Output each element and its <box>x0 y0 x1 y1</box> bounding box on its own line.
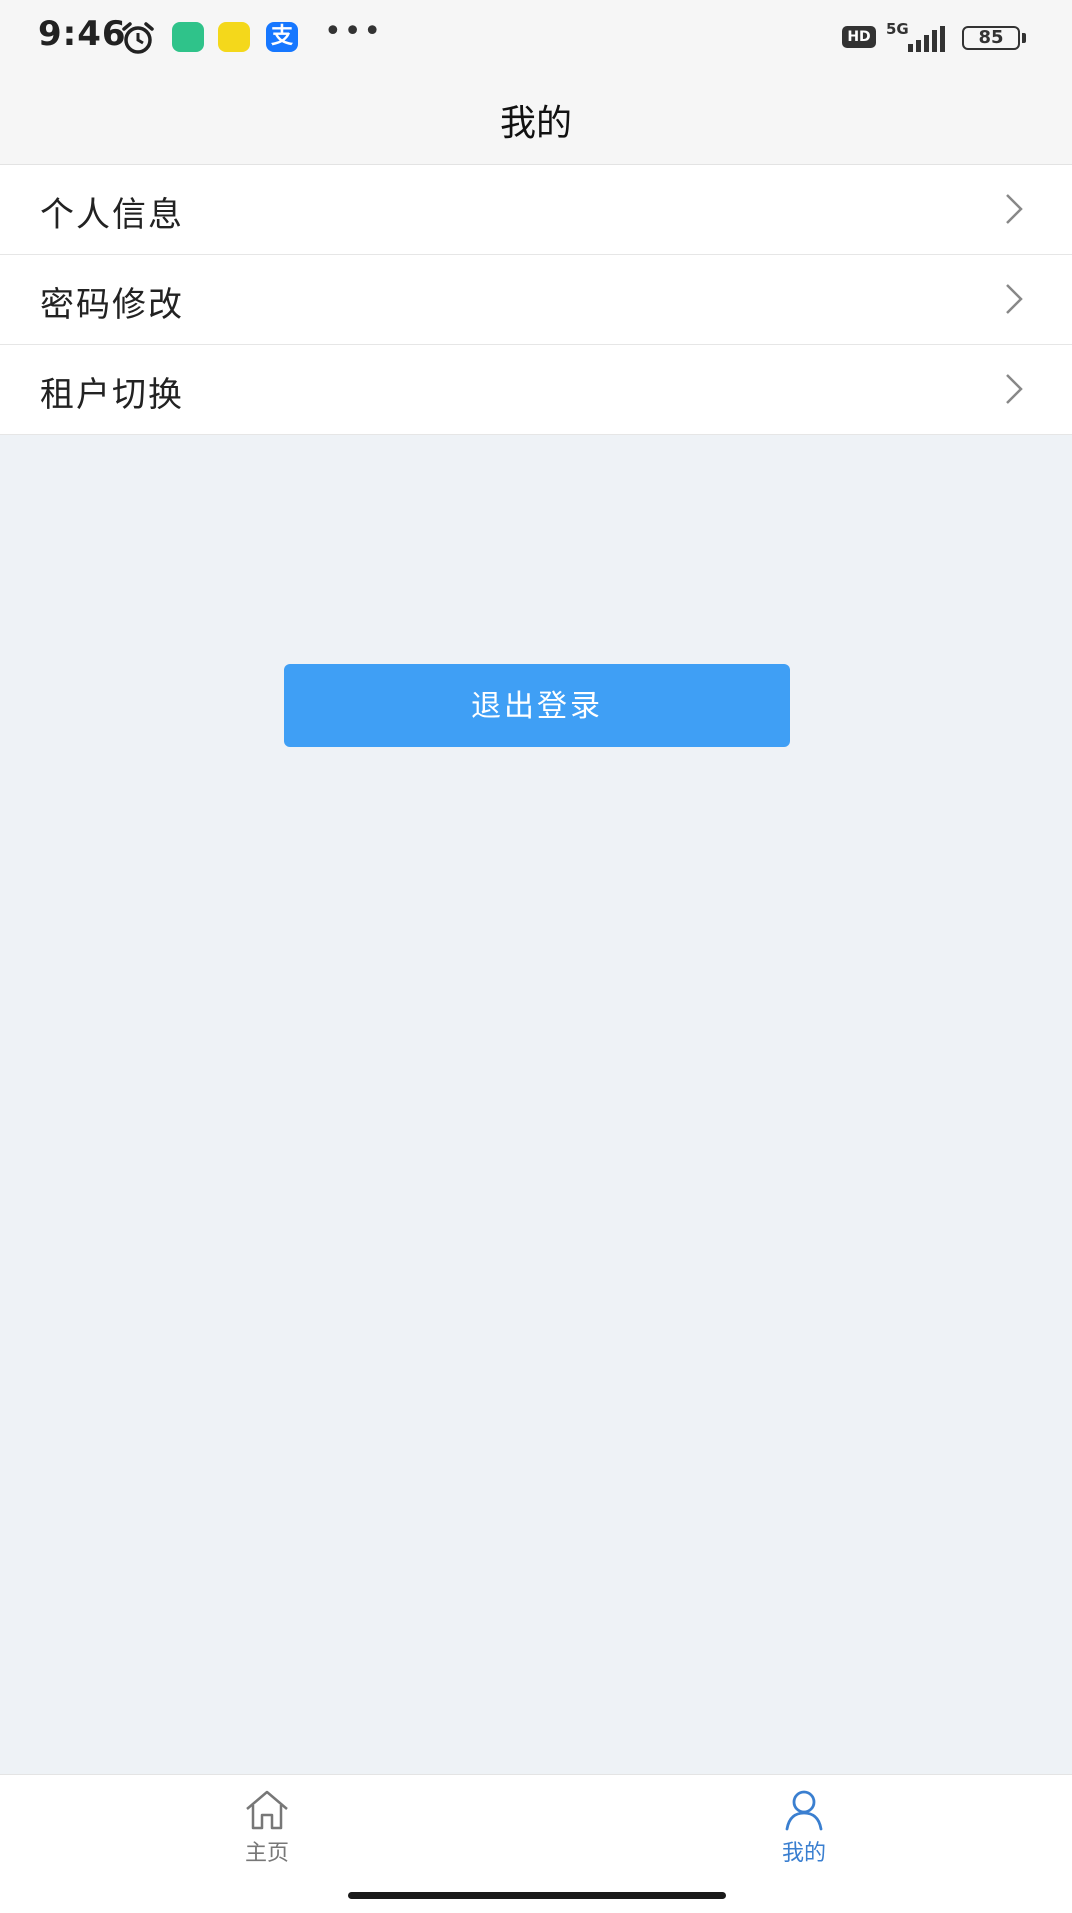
hd-badge: HD <box>842 26 876 48</box>
tab-label: 我的 <box>781 1841 826 1866</box>
home-icon <box>246 1790 288 1830</box>
battery-icon: 85 <box>962 26 1020 50</box>
chevron-right-icon <box>1006 284 1023 314</box>
status-bar: 9:46 支 ••• HD 5G 85 <box>0 0 1072 76</box>
chevron-right-icon <box>1006 194 1023 224</box>
menu-item-switch-tenant[interactable]: 租户切换 <box>0 345 1072 435</box>
menu-item-label: 租户切换 <box>40 375 184 415</box>
page-title: 我的 <box>499 103 572 144</box>
user-icon <box>785 1790 823 1831</box>
yellow-app-icon <box>218 22 250 52</box>
security-app-icon <box>172 22 204 52</box>
tab-label: 主页 <box>244 1841 289 1866</box>
tab-home[interactable]: 主页 <box>167 1775 367 1875</box>
menu-item-change-password[interactable]: 密码修改 <box>0 255 1072 345</box>
menu-item-label: 个人信息 <box>40 195 184 235</box>
chevron-right-icon <box>1006 374 1023 404</box>
battery-cap <box>1022 33 1026 43</box>
settings-menu: 个人信息 密码修改 租户切换 <box>0 165 1072 435</box>
alarm-icon <box>122 22 154 54</box>
tab-mine[interactable]: 我的 <box>704 1775 904 1875</box>
logout-button[interactable]: 退出登录 <box>284 664 790 747</box>
status-time: 9:46 <box>38 14 127 54</box>
menu-item-label: 密码修改 <box>40 285 184 325</box>
signal-icon <box>908 26 945 52</box>
more-dots-icon: ••• <box>324 14 384 49</box>
alipay-icon: 支 <box>266 22 298 52</box>
home-indicator <box>348 1892 726 1899</box>
header: 我的 <box>0 76 1072 165</box>
menu-item-personal-info[interactable]: 个人信息 <box>0 165 1072 255</box>
